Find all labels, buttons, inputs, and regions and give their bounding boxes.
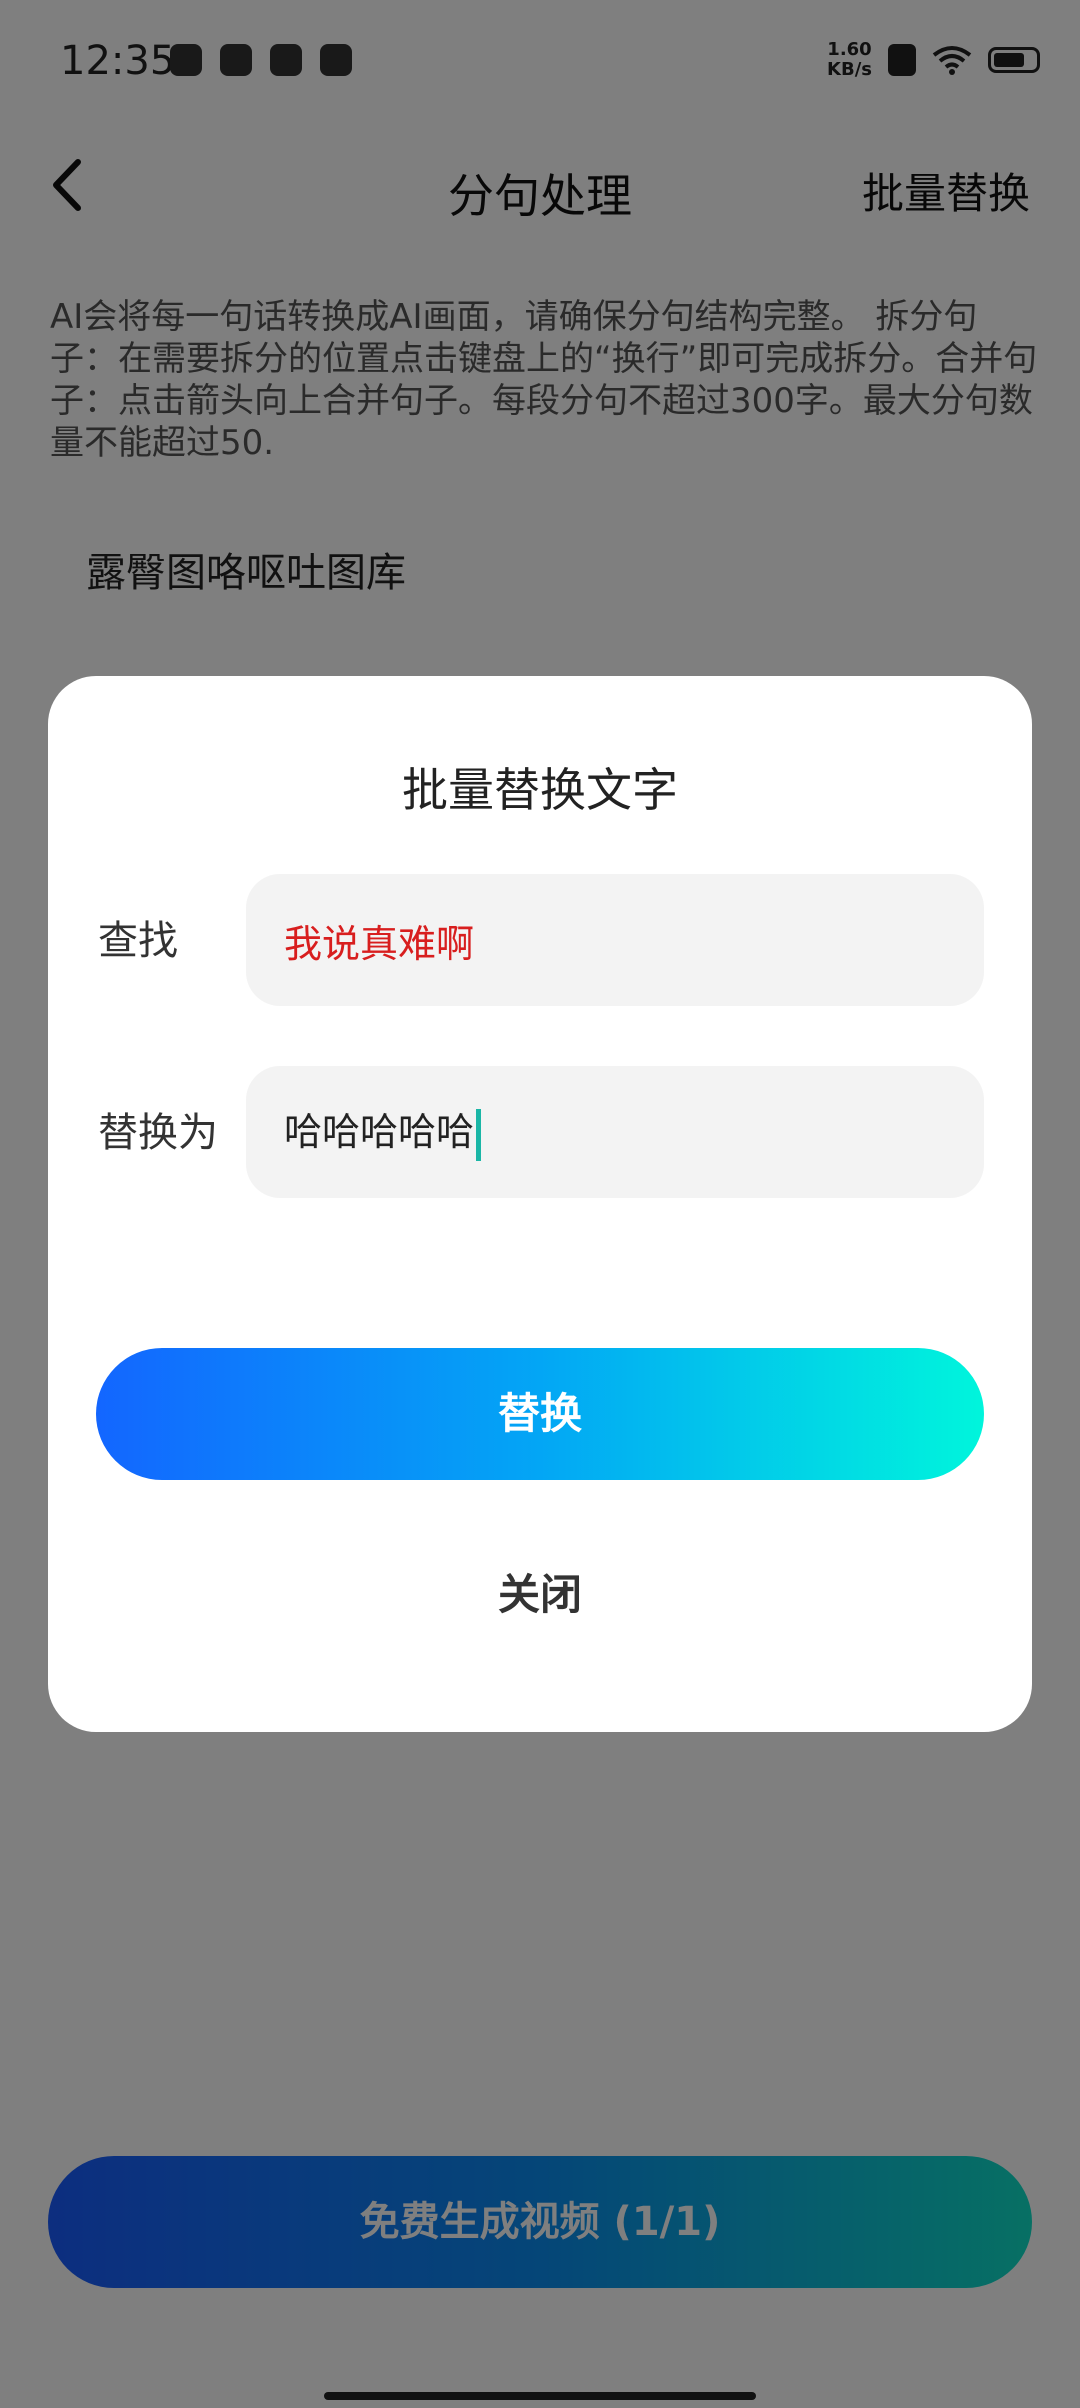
replace-label: 替换为 <box>98 1110 218 1156</box>
replace-input-text: 哈哈哈哈哈 <box>284 1110 475 1154</box>
replace-input[interactable]: 哈哈哈哈哈 <box>246 1066 984 1198</box>
dialog-title: 批量替换文字 <box>402 763 678 817</box>
find-label: 查找 <box>98 918 178 964</box>
batch-replace-dialog: 批量替换文字 查找 替换为 哈哈哈哈哈 替换 关闭 <box>48 676 1032 1732</box>
replace-button[interactable]: 替换 <box>96 1348 984 1480</box>
text-cursor <box>476 1108 482 1161</box>
close-button[interactable]: 关闭 <box>48 1556 1032 1626</box>
find-input[interactable] <box>246 874 984 1006</box>
replace-input-value: 哈哈哈哈哈 <box>284 1104 482 1161</box>
